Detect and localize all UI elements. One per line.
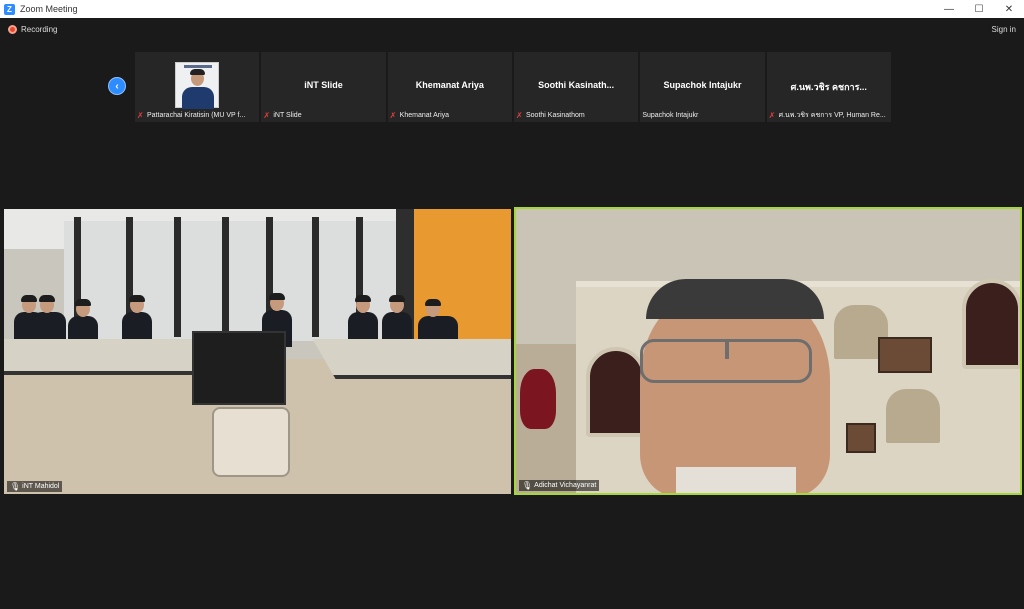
cabinet-door — [586, 347, 646, 437]
video-name: Adichat Vichayanrat — [534, 482, 597, 489]
meeting-top-bar: Recording Sign in — [0, 18, 1024, 42]
video-name-label: 🎙 Adichat Vichayanrat — [519, 480, 600, 491]
cabinet-door — [962, 279, 1020, 369]
participant-thumbnail[interactable]: ✗ Pattarachai Kiratisin (MU VP f... — [135, 52, 260, 122]
mic-muted-icon: ✗ — [515, 111, 523, 120]
window-title: Zoom Meeting — [20, 4, 78, 14]
video-name-label: 🎙 iNT Mahidol — [7, 481, 63, 492]
participant-caption: ✗ Soothi Kasinathom — [516, 110, 636, 121]
participant-name: ศ.นพ.วชิร คชการ VP, Human Re... — [778, 112, 886, 119]
conference-table — [312, 339, 511, 379]
maximize-button[interactable]: ☐ — [964, 0, 994, 18]
participant-display-name: Khemanat Ariya — [415, 80, 484, 90]
red-mask-decoration — [520, 369, 556, 429]
participant-caption: ✗ iNT Slide — [263, 110, 383, 121]
record-dot-icon — [8, 25, 17, 34]
mic-muted-icon: ✗ — [263, 111, 271, 120]
participant-display-name: Supachok Intajukr — [663, 80, 742, 90]
recording-label: Recording — [21, 25, 58, 34]
picture-frame — [846, 423, 876, 453]
participant-thumbnail[interactable]: Soothi Kasinath... ✗ Soothi Kasinathom — [513, 52, 639, 122]
mic-muted-icon: ✗ — [137, 111, 144, 120]
participant-thumbnail[interactable]: Supachok Intajukr Supachok Intajukr — [640, 52, 765, 122]
mic-icon: 🎙 — [522, 481, 533, 490]
video-tile-right-active-speaker[interactable]: 🎙 Adichat Vichayanrat — [514, 207, 1022, 495]
participant-display-name: Soothi Kasinath... — [538, 80, 615, 90]
participant-caption: Supachok Intajukr — [642, 110, 762, 121]
participant-caption: ✗ Pattarachai Kiratisin (MU VP f... — [137, 110, 257, 121]
zoom-logo-icon: Z — [4, 3, 15, 15]
conference-table — [4, 339, 214, 375]
participant-name: Khemanat Ariya — [399, 112, 450, 119]
participant-video — [175, 62, 219, 109]
participant-display-name: ศ.นพ.วชิร คชการ... — [790, 82, 867, 92]
participant-thumbnail[interactable]: Khemanat Ariya ✗ Khemanat Ariya — [387, 52, 512, 122]
video-tile-left[interactable]: 🎙 iNT Mahidol — [4, 209, 511, 494]
close-button[interactable]: ✕ — [994, 0, 1024, 18]
window-controls: — ☐ ✕ — [934, 0, 1024, 18]
video-name: iNT Mahidol — [22, 483, 60, 490]
mic-muted-icon: ✗ — [768, 111, 776, 120]
participant-thumbnail[interactable]: iNT Slide ✗ iNT Slide — [261, 52, 386, 122]
minimize-button[interactable]: — — [934, 0, 964, 18]
mic-muted-icon: ✗ — [389, 111, 397, 120]
side-table — [212, 407, 290, 477]
participant-thumbnail-strip: ✗ Pattarachai Kiratisin (MU VP f... iNT … — [135, 52, 891, 122]
participant-name: Soothi Kasinathom — [525, 112, 585, 119]
participant-name: Supachok Intajukr — [642, 112, 699, 119]
recording-indicator[interactable]: Recording — [8, 25, 57, 34]
participant-name: iNT Slide — [273, 112, 302, 119]
participant-caption: ✗ ศ.นพ.วชิร คชการ VP, Human Re... — [769, 110, 889, 121]
picture-frame — [878, 337, 932, 373]
participant-name: Pattarachai Kiratisin (MU VP f... — [147, 112, 246, 119]
title-bar: Z Zoom Meeting — ☐ ✕ — [0, 0, 1024, 18]
participant-thumbnail[interactable]: ศ.นพ.วชิร คชการ... ✗ ศ.นพ.วชิร คชการ VP,… — [766, 52, 891, 122]
tv-cabinet — [192, 331, 286, 405]
participant-display-name: iNT Slide — [304, 80, 343, 90]
eyeglasses — [640, 339, 812, 383]
chevron-left-icon[interactable]: ‹ — [108, 77, 126, 95]
mic-icon: 🎙 — [10, 482, 21, 491]
participant-caption: ✗ Khemanat Ariya — [390, 110, 510, 121]
sign-in-link[interactable]: Sign in — [992, 25, 1016, 34]
